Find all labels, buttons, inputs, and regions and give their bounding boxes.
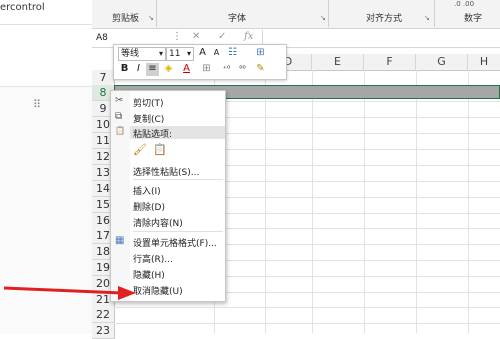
- column-header[interactable]: E: [312, 54, 364, 71]
- align-center-button[interactable]: ≡: [146, 63, 159, 76]
- menu-item-clear-contents[interactable]: 清除内容(N): [133, 216, 183, 229]
- ribbon-group-clipboard: 剪贴板: [112, 14, 140, 24]
- font-launcher-icon[interactable]: ↘: [320, 14, 326, 22]
- menu-item-paste-options: 粘贴选项:: [133, 130, 173, 140]
- menu-item-paste-special[interactable]: 选择性粘贴(S)...: [133, 165, 199, 178]
- menu-item-cut[interactable]: 剪切(T): [133, 96, 164, 109]
- grid-line: [416, 70, 417, 333]
- mini-toolbar: 等线 ▾ 11 ▾ A A ☷ ⊞ B I ≡ ◈ A ⊞ ⁺⁰ ⁰⁰ ✎: [113, 44, 287, 80]
- menu-item-row-height[interactable]: 行高(R)...: [133, 252, 173, 265]
- panel-divider: [0, 24, 92, 25]
- row-header[interactable]: 22: [92, 307, 115, 323]
- menu-item-delete[interactable]: 删除(D): [133, 200, 165, 213]
- format-painter-icon[interactable]: ✎: [254, 63, 267, 76]
- fill-color-icon[interactable]: ◈: [162, 63, 175, 76]
- grid-line: [468, 70, 469, 333]
- ribbon-separator: [434, 0, 435, 27]
- accounting-format-icon[interactable]: ☷: [226, 47, 239, 60]
- ribbon-group-number: 数字: [464, 14, 483, 24]
- formula-input[interactable]: [262, 30, 499, 46]
- grid-line: [114, 323, 500, 324]
- cancel-icon[interactable]: ✕: [192, 31, 200, 42]
- font-size-box[interactable]: 11 ▾: [166, 47, 194, 61]
- alignment-launcher-icon[interactable]: ↘: [424, 14, 430, 22]
- bold-button[interactable]: B: [118, 63, 131, 76]
- font-name-box[interactable]: 等线 ▾: [118, 47, 166, 61]
- paste-icon: 📋: [115, 126, 125, 135]
- number-decimal-buttons[interactable]: .0 .00: [454, 0, 474, 8]
- chevron-down-icon: ▾: [186, 49, 191, 58]
- font-size-value: 11: [169, 49, 181, 59]
- menu-item-unhide[interactable]: 取消隐藏(U): [133, 284, 183, 297]
- row-header[interactable]: 7: [92, 70, 115, 86]
- format-cells-icon: ▦: [115, 235, 125, 246]
- paste-format-icon[interactable]: 🖌: [133, 143, 147, 156]
- chevron-down-icon: ▾: [158, 49, 163, 58]
- increase-decimal-icon[interactable]: ⁺⁰: [220, 63, 233, 76]
- menu-icon-strip: [111, 91, 130, 301]
- row-header[interactable]: 23: [92, 323, 115, 339]
- grid-line: [265, 70, 266, 333]
- menu-item-insert[interactable]: 插入(I): [133, 184, 161, 197]
- ribbon-group-alignment: 对齐方式: [366, 14, 403, 24]
- context-menu: ✂ 剪切(T) ⧉ 复制(C) 📋 粘贴选项: 🖌 📋 选择性粘贴(S)... …: [110, 90, 226, 302]
- ribbon-group-font: 字体: [228, 14, 247, 24]
- column-header[interactable]: H: [468, 54, 500, 71]
- insert-function-icon[interactable]: fx: [244, 31, 253, 42]
- ribbon-separator: [328, 0, 329, 27]
- grow-font-button[interactable]: A: [196, 47, 209, 60]
- column-header[interactable]: G: [416, 54, 468, 71]
- grid-line: [114, 307, 500, 308]
- merge-cells-icon[interactable]: ⊞: [254, 47, 267, 60]
- drag-handle-icon[interactable]: ⠿: [33, 98, 41, 111]
- ribbon-separator: [156, 0, 157, 27]
- paste-clipboard-icon[interactable]: 📋: [153, 143, 167, 156]
- enter-icon[interactable]: ✓: [218, 31, 226, 42]
- italic-button[interactable]: I: [132, 63, 145, 76]
- ribbon: 剪贴板 ↘ 字体 ↘ 对齐方式 ↘ .0 .00 数字: [92, 0, 500, 29]
- menu-item-copy[interactable]: 复制(C): [133, 112, 164, 125]
- grid-line: [312, 70, 313, 333]
- shrink-font-button[interactable]: A: [210, 47, 223, 60]
- copy-icon: ⧉: [115, 111, 123, 122]
- column-header[interactable]: F: [364, 54, 416, 71]
- excel-window: 剪贴板 ↘ 字体 ↘ 对齐方式 ↘ .0 .00 数字 A8 ⋮ ✕ ✓ fx …: [92, 0, 500, 339]
- decrease-decimal-icon[interactable]: ⁰⁰: [236, 63, 249, 76]
- menu-item-format-cells[interactable]: 设置单元格格式(F)...: [133, 236, 217, 249]
- menu-separator: [133, 179, 223, 180]
- grid-line: [364, 70, 365, 333]
- annotation-arrow-icon: [3, 286, 136, 300]
- font-name-value: 等线: [121, 49, 140, 59]
- menu-separator: [133, 231, 223, 232]
- borders-icon[interactable]: ⊞: [200, 63, 213, 76]
- more-icon[interactable]: ⋮: [172, 31, 182, 42]
- cut-icon: ✂: [115, 95, 124, 106]
- font-color-icon[interactable]: A: [180, 63, 193, 76]
- clipboard-launcher-icon[interactable]: ↘: [148, 14, 154, 22]
- panel-title-fragment: ercontrol: [0, 2, 45, 13]
